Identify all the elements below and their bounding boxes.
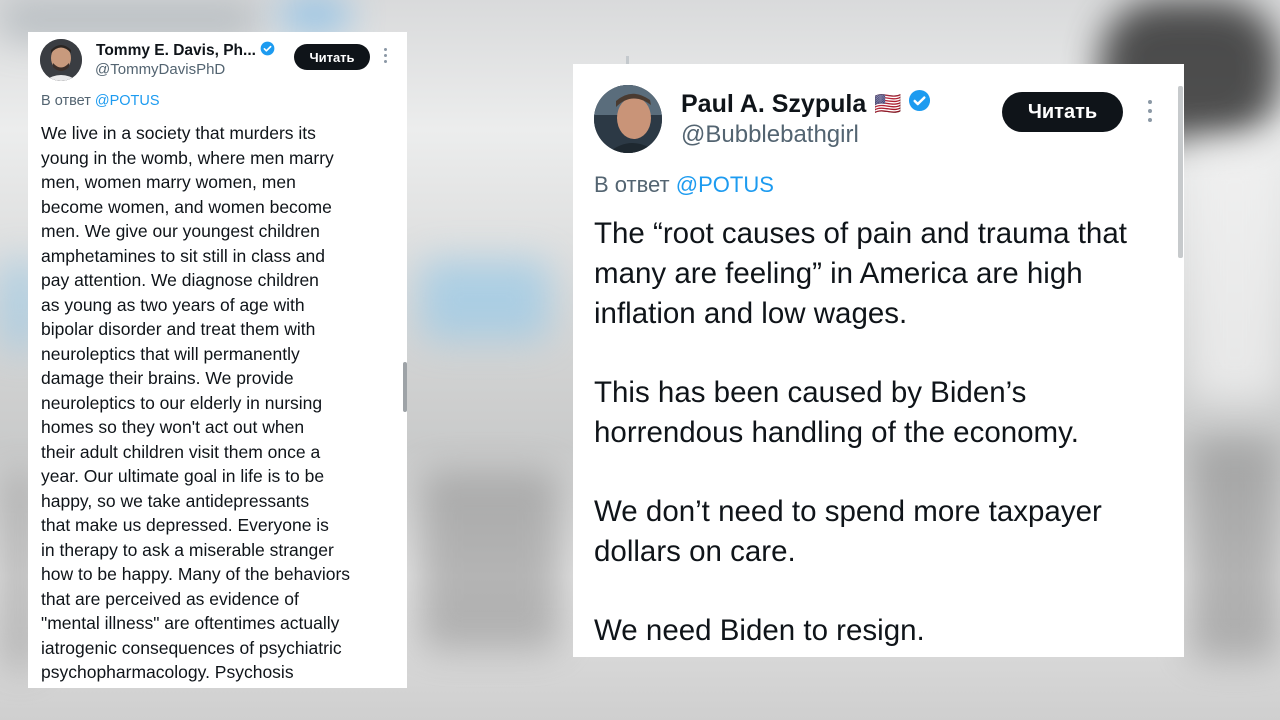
- tweet-text-line: that make us depressed. Everyone is: [41, 515, 329, 535]
- tweet-text-line: happy, so we take antidepressants: [41, 490, 310, 511]
- author-name-row[interactable]: Paul A. Szypula 🇺🇸: [681, 89, 931, 119]
- tweet-text-line: bipolar disorder and treat them with: [41, 319, 316, 339]
- tweet-text-line: homes so they won't act out when: [41, 417, 305, 437]
- tweet-text-line: damage their brains. We provide: [41, 368, 294, 388]
- tweet-text-line: year. Our ultimate goal in life is to be: [41, 466, 325, 486]
- tweet-text: The “root causes of pain and trauma that…: [594, 214, 1164, 657]
- tweet-text-line: neuroleptics to our elderly in nursing: [41, 392, 323, 413]
- reply-to-line: В ответ @POTUS: [41, 93, 160, 109]
- tweet-text-line: in therapy to ask a miserable stranger: [41, 539, 334, 560]
- tweet-paragraph: The “root causes of pain and trauma that…: [594, 217, 1127, 330]
- background-blur: [1190, 140, 1280, 400]
- reply-prefix: В ответ: [41, 93, 91, 109]
- tweet-text-line: that are perceived as evidence of: [41, 588, 299, 609]
- more-options-icon[interactable]: [1148, 100, 1153, 122]
- tweet-text-line: how to be happy. Many of the behaviors: [41, 564, 351, 584]
- verified-badge-icon: [908, 89, 931, 119]
- avatar[interactable]: [40, 39, 82, 81]
- tweet-text-line: become women, and women become: [41, 196, 332, 217]
- scrollbar[interactable]: [1178, 86, 1183, 258]
- tweet-text: We live in a society that murders its yo…: [41, 121, 401, 685]
- verified-badge-icon: [260, 41, 275, 61]
- author-name[interactable]: Tommy E. Davis, Ph...: [96, 42, 256, 60]
- scrollbar[interactable]: [403, 362, 407, 412]
- tweet-text-line: iatrogenic consequences of psychiatric: [41, 637, 342, 658]
- tweet-text-line: men. We give our youngest children: [41, 221, 320, 241]
- tweet-text-line: pay attention. We diagnose children: [41, 270, 319, 290]
- more-options-icon[interactable]: [384, 48, 388, 63]
- background-blur: [420, 470, 560, 650]
- author-name-row[interactable]: Tommy E. Davis, Ph...: [96, 41, 275, 61]
- tweet-text-line: "mental illness" are oftentimes actually: [41, 613, 340, 633]
- background-blur: [420, 260, 550, 340]
- tweet-paragraph: We don’t need to spend more taxpayer dol…: [594, 495, 1102, 568]
- reply-mention-link[interactable]: @POTUS: [676, 172, 774, 197]
- tweet-text-line: We live in a society that murders its: [41, 123, 316, 143]
- background-blur: [280, 0, 350, 30]
- reply-prefix: В ответ: [594, 172, 670, 197]
- author-name[interactable]: Paul A. Szypula: [681, 90, 866, 119]
- author-handle[interactable]: @Bubblebathgirl: [681, 121, 859, 149]
- author-handle[interactable]: @TommyDavisPhD: [95, 61, 225, 78]
- tweet-text-line: their adult children visit them once a: [41, 441, 321, 462]
- reply-to-line: В ответ @POTUS: [594, 172, 774, 198]
- tweet-text-line: young in the womb, where men marry: [41, 147, 334, 168]
- tweet-text-line: as young as two years of age with: [41, 294, 305, 315]
- tweet-text-line: amphetamines to sit still in class and: [41, 245, 326, 266]
- tweet-text-line: men, women marry women, men: [41, 172, 296, 192]
- avatar[interactable]: [594, 85, 662, 153]
- follow-button[interactable]: Читать: [1002, 92, 1123, 132]
- tweet-paragraph: This has been caused by Biden’s horrendo…: [594, 376, 1079, 449]
- flag-emoji: 🇺🇸: [874, 91, 902, 116]
- tweet-card-left: Tommy E. Davis, Ph... @TommyDavisPhD Чит…: [28, 32, 407, 688]
- follow-button[interactable]: Читать: [294, 44, 370, 70]
- tweet-text-line: neuroleptics that will permanently: [41, 343, 300, 364]
- tweet-paragraph: We need Biden to resign.: [594, 614, 925, 647]
- tweet-card-right: Paul A. Szypula 🇺🇸 @Bubblebathgirl Читат…: [573, 64, 1184, 657]
- background-blur: [1190, 440, 1280, 660]
- reply-mention-link[interactable]: @POTUS: [95, 93, 160, 109]
- tweet-text-line: psychopharmacology. Psychosis: [41, 662, 294, 682]
